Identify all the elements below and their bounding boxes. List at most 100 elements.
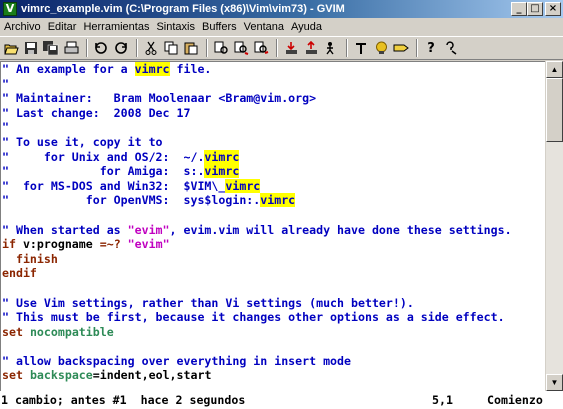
window-controls: _ □ × (511, 2, 561, 16)
code-token: if (2, 237, 16, 252)
redo-icon[interactable] (112, 39, 130, 57)
close-button[interactable]: × (545, 2, 561, 16)
editor-buffer[interactable]: " An example for a vimrc file. " " Maintai… (0, 61, 545, 391)
code-token: " (2, 120, 9, 135)
code-token: " Use Vim settings, rather than Vi setti… (2, 295, 414, 310)
menu-bar: Archivo Editar Herramientas Sintaxis Buf… (0, 18, 563, 36)
make-icon[interactable] (352, 39, 370, 57)
save-all-icon[interactable] (42, 39, 60, 57)
code-line[interactable]: " allow backspacing over everything in i… (1, 354, 545, 369)
code-token: "evim" (127, 222, 170, 237)
code-token: nocompatible (29, 324, 114, 339)
code-line[interactable]: " To use it, copy it to (1, 135, 545, 150)
scrollbar-thumb[interactable] (546, 78, 563, 142)
code-token: v:progname (15, 237, 100, 252)
code-token: " An example for a (2, 62, 135, 76)
code-line[interactable]: " (1, 120, 545, 135)
code-token: backspace (29, 368, 93, 383)
title-bar[interactable]: V vimrc_example.vim (C:\Program Files (x… (0, 0, 563, 18)
code-token: , evim.vim will already have done these … (169, 222, 512, 237)
toolbar-separator (346, 39, 348, 57)
toolbar: ? (0, 36, 563, 60)
load-session-icon[interactable] (282, 39, 300, 57)
code-line[interactable]: " (1, 77, 545, 92)
scroll-down-button[interactable]: ▼ (546, 374, 563, 391)
code-token: finish (2, 251, 58, 266)
code-line[interactable]: " An example for a vimrc file. (1, 62, 545, 77)
find-replace-icon[interactable] (212, 39, 230, 57)
menu-sintaxis[interactable]: Sintaxis (152, 18, 198, 36)
menu-editar[interactable]: Editar (44, 18, 80, 36)
code-token: " (2, 76, 9, 91)
find-next-icon[interactable] (232, 39, 250, 57)
highlight-token: vimrc (225, 178, 261, 193)
code-line[interactable]: endif (1, 266, 545, 281)
code-line[interactable]: " Last change: 2008 Dec 17 (1, 106, 545, 121)
find-prev-icon[interactable] (252, 39, 270, 57)
open-icon[interactable] (2, 39, 20, 57)
code-line[interactable]: " This must be first, because it changes… (1, 310, 545, 325)
print-icon[interactable] (62, 39, 80, 57)
code-line[interactable]: " for Unix and OS/2: ~/.vimrc (1, 149, 545, 165)
code-line[interactable] (1, 281, 545, 296)
menu-ventana[interactable]: Ventana (240, 18, 287, 36)
code-line[interactable]: " for OpenVMS: sys$login:.vimrc (1, 193, 545, 208)
code-line[interactable]: " Use Vim settings, rather than Vi setti… (1, 296, 545, 311)
menu-ayuda[interactable]: Ayuda (287, 18, 325, 36)
code-line[interactable] (1, 339, 545, 354)
code-token: " This must be first, because it changes… (2, 310, 505, 325)
code-token: " for MS-DOS and Win32: $VIM\_ (2, 178, 226, 193)
code-line[interactable]: set backspace=indent,eol,start (1, 368, 545, 383)
code-token: set (2, 368, 23, 383)
ctags-icon[interactable] (392, 39, 410, 57)
maximize-button[interactable]: □ (527, 2, 543, 16)
code-line[interactable]: " Maintainer: Bram Moolenaar <Bram@vim.o… (1, 91, 545, 106)
vim-icon[interactable]: V (3, 2, 17, 16)
save-session-icon[interactable] (302, 39, 320, 57)
scroll-up-button[interactable]: ▲ (546, 61, 563, 78)
code-token: " allow backspacing over everything in i… (2, 353, 352, 368)
help-icon[interactable]: ? (422, 39, 440, 57)
shell-icon[interactable] (372, 39, 390, 57)
run-script-icon[interactable] (322, 39, 340, 57)
code-line[interactable]: " for MS-DOS and Win32: $VIM\_vimrc (1, 178, 545, 194)
code-line[interactable]: if v:progname =~? "evim" (1, 237, 545, 252)
save-icon[interactable] (22, 39, 40, 57)
highlight-token: vimrc (134, 62, 170, 76)
status-message: 1 cambio; antes #1 hace 2 segundos (1, 393, 246, 407)
toolbar-separator (136, 39, 138, 57)
undo-icon[interactable] (92, 39, 110, 57)
window-title: vimrc_example.vim (C:\Program Files (x86… (21, 3, 345, 15)
copy-icon[interactable] (162, 39, 180, 57)
code-token: " for OpenVMS: sys$login:. (2, 193, 261, 208)
status-line: 1 cambio; antes #1 hace 2 segundos 5,1 C… (0, 391, 563, 409)
code-line[interactable]: finish (1, 252, 545, 267)
paste-icon[interactable] (182, 39, 200, 57)
toolbar-separator (206, 39, 208, 57)
code-line[interactable]: " for Amiga: s:.vimrc (1, 164, 545, 179)
menu-herramientas[interactable]: Herramientas (79, 18, 152, 36)
cursor-position: 5,1 (432, 393, 453, 407)
code-token: " Maintainer: Bram Moolenaar <Bram@vim.o… (2, 91, 317, 106)
code-token: "evim" (127, 237, 170, 252)
code-line[interactable] (1, 208, 545, 223)
toolbar-separator (416, 39, 418, 57)
menu-archivo[interactable]: Archivo (0, 18, 44, 36)
find-help-icon[interactable] (442, 39, 460, 57)
vertical-scrollbar[interactable]: ▲ ▼ (546, 61, 563, 391)
code-line[interactable] (1, 383, 545, 391)
highlight-token: vimrc (204, 164, 240, 179)
code-token: set (2, 324, 23, 339)
code-line[interactable]: " When started as "evim", evim.vim will … (1, 223, 545, 238)
code-line[interactable]: set nocompatible (1, 325, 545, 340)
toolbar-separator (276, 39, 278, 57)
menu-buffers[interactable]: Buffers (198, 18, 240, 36)
code-token: " To use it, copy it to (2, 134, 163, 149)
cut-icon[interactable] (142, 39, 160, 57)
gvim-window: V vimrc_example.vim (C:\Program Files (x… (0, 0, 563, 409)
code-token: =~? (99, 237, 121, 252)
minimize-button[interactable]: _ (511, 2, 527, 16)
